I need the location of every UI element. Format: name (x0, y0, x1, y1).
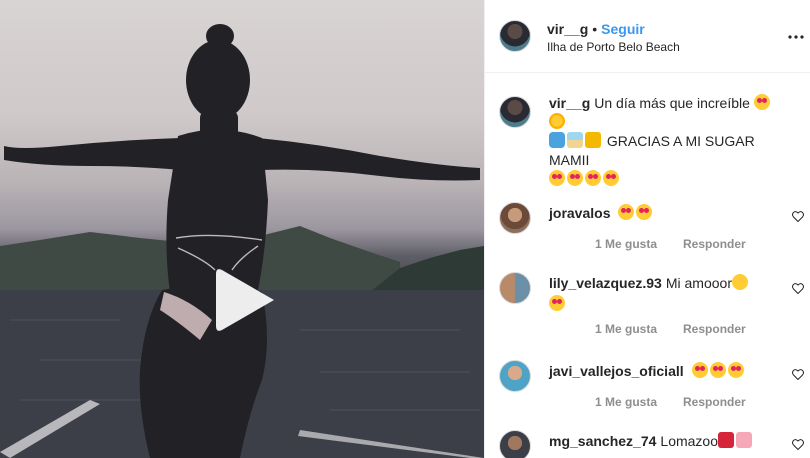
wave-emoji-icon (549, 132, 565, 148)
post-video[interactable] (0, 0, 484, 458)
heart-eyes-emoji-icon (753, 94, 770, 110)
heart-eyes-emoji-icon (549, 295, 565, 311)
comment-username[interactable]: joravalos (549, 205, 610, 221)
heart-eyes-emoji-icon (549, 170, 565, 186)
post-location[interactable]: Ilha de Porto Belo Beach (547, 40, 680, 54)
heart-eyes-emoji-icon (567, 170, 583, 186)
comment-username[interactable]: mg_sanchez_74 (549, 433, 656, 449)
comment-body: Mi amooor (665, 275, 732, 291)
comment-text: lily_velazquez.93 Mi amooor (549, 274, 779, 312)
heart-eyes-emoji-icon (618, 204, 635, 220)
grin-emoji-icon (731, 274, 748, 290)
comment-avatar[interactable] (499, 430, 531, 458)
comment-likes[interactable]: 1 Me gusta (595, 322, 657, 336)
play-icon (216, 269, 274, 331)
author-avatar[interactable] (499, 20, 531, 52)
comment-text: joravalos (549, 204, 779, 221)
caption-username[interactable]: vir__g (549, 95, 590, 111)
heart-eyes-emoji-icon (691, 362, 708, 378)
more-horizontal-icon[interactable] (788, 26, 804, 44)
comment-body: Lomazoo (660, 433, 718, 449)
comment-meta: 1 Me gusta Responder (595, 395, 772, 409)
reply-button[interactable]: Responder (683, 237, 746, 251)
broken-heart-emoji-icon (736, 432, 752, 448)
author-username[interactable]: vir__g (547, 21, 588, 37)
heart-eyes-emoji-icon (603, 170, 619, 186)
separator-dot: • (592, 21, 598, 37)
like-heart-icon[interactable] (792, 210, 804, 222)
play-button[interactable] (210, 266, 278, 334)
post-header: vir__g • Seguir Ilha de Porto Belo Beach (485, 0, 810, 73)
comment-avatar[interactable] (499, 272, 531, 304)
heart-eyes-emoji-icon (585, 170, 601, 186)
comment-meta: 1 Me gusta Responder (595, 237, 772, 251)
author-line: vir__g • Seguir (547, 21, 645, 37)
comment-meta: 1 Me gusta Responder (595, 322, 772, 336)
heart-eyes-emoji-icon (636, 204, 653, 220)
beach-emoji-icon (567, 132, 583, 148)
sun-emoji-icon (549, 113, 565, 129)
crown-emoji-icon (585, 132, 601, 148)
reply-button[interactable]: Responder (683, 322, 746, 336)
comment-avatar[interactable] (499, 202, 531, 234)
caption-text: vir__g Un día más que increíble GRACIAS A… (549, 94, 775, 189)
caption-avatar[interactable] (499, 96, 531, 128)
heart-eyes-emoji-icon (709, 362, 726, 378)
like-heart-icon[interactable] (792, 368, 804, 380)
video-frame (0, 24, 484, 458)
comments-section[interactable]: vir__g Un día más que increíble GRACIAS A… (485, 74, 810, 458)
reply-button[interactable]: Responder (683, 395, 746, 409)
caption-line1: Un día más que increíble (594, 95, 750, 111)
like-heart-icon[interactable] (792, 282, 804, 294)
like-heart-icon[interactable] (792, 438, 804, 450)
hundred-emoji-icon (718, 432, 734, 448)
comment-likes[interactable]: 1 Me gusta (595, 237, 657, 251)
comment-username[interactable]: lily_velazquez.93 (549, 275, 662, 291)
comment-avatar[interactable] (499, 360, 531, 392)
comment-username[interactable]: javi_vallejos_oficiall (549, 363, 684, 379)
comment-text: mg_sanchez_74 Lomazoo (549, 432, 779, 449)
follow-button[interactable]: Seguir (601, 21, 645, 37)
comment-likes[interactable]: 1 Me gusta (595, 395, 657, 409)
comment-text: javi_vallejos_oficiall (549, 362, 779, 379)
heart-eyes-emoji-icon (727, 362, 744, 378)
